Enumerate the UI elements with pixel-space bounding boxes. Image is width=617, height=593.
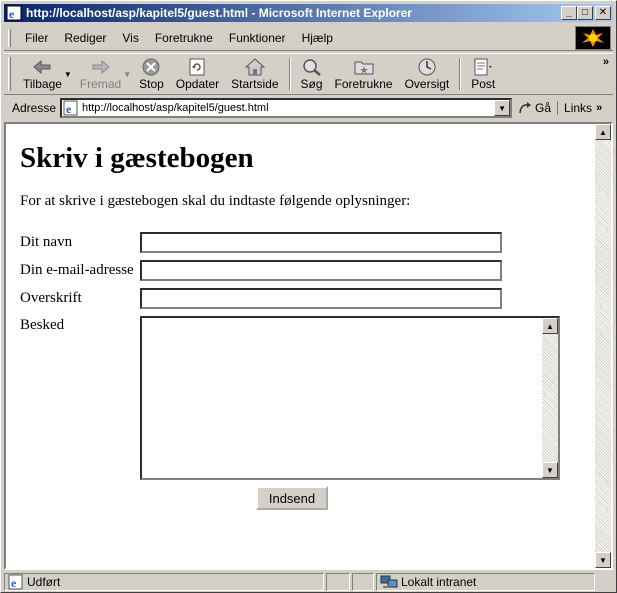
email-input[interactable] — [140, 260, 502, 281]
status-panel-empty — [326, 573, 350, 591]
status-bar: e Udført Lokalt intranet — [4, 573, 613, 591]
close-button[interactable]: ✕ — [595, 6, 611, 20]
toolbar-grip[interactable] — [8, 57, 11, 91]
menu-filer[interactable]: Filer — [17, 31, 56, 45]
back-button[interactable]: Tilbage — [17, 54, 68, 94]
message-label: Besked — [20, 317, 65, 333]
toolbar-grip[interactable] — [8, 28, 11, 47]
mail-icon — [472, 57, 494, 77]
refresh-button[interactable]: Opdater — [170, 54, 225, 94]
svg-text:e: e — [66, 102, 72, 116]
back-dropdown-icon[interactable]: ▼ — [64, 70, 72, 79]
svg-text:e: e — [9, 7, 15, 21]
page-content: Skriv i gæstebogen For at skrive i gæste… — [20, 142, 580, 532]
scroll-down-icon[interactable]: ▼ — [542, 462, 558, 478]
status-panel-empty — [352, 573, 374, 591]
home-icon — [244, 57, 266, 77]
search-label: Søg — [300, 77, 323, 91]
forward-arrow-icon — [90, 57, 112, 77]
refresh-label: Opdater — [175, 77, 220, 91]
history-icon — [416, 57, 438, 77]
home-button[interactable]: Startside — [225, 54, 284, 94]
scroll-up-icon[interactable]: ▲ — [542, 318, 558, 334]
status-text: Udført — [27, 575, 61, 589]
textarea-scrollbar[interactable]: ▲ ▼ — [542, 318, 558, 478]
menu-bar: Filer Rediger Vis Foretrukne Funktioner … — [4, 25, 613, 51]
forward-button[interactable]: Fremad — [74, 54, 127, 94]
home-label: Startside — [231, 77, 279, 91]
maximize-button[interactable]: □ — [577, 6, 593, 20]
address-label: Adresse — [12, 101, 57, 115]
back-arrow-icon — [31, 57, 53, 77]
history-label: Oversigt — [404, 77, 450, 91]
email-label: Din e-mail-adresse — [20, 262, 134, 278]
status-text-panel: e Udført — [4, 573, 324, 591]
toolbar-separator — [459, 58, 462, 90]
address-input[interactable]: e http://localhost/asp/kapitel5/guest.ht… — [60, 98, 513, 118]
name-input[interactable] — [140, 232, 502, 253]
minimize-button[interactable]: _ — [561, 6, 577, 20]
scroll-up-icon[interactable]: ▲ — [595, 124, 611, 140]
favorites-folder-icon — [353, 57, 375, 77]
links-label[interactable]: Links — [557, 101, 592, 115]
ie-page-icon: e — [6, 5, 22, 21]
svg-text:e: e — [11, 576, 17, 590]
ie-throbber-icon — [575, 26, 611, 50]
links-more-chevron[interactable]: » — [596, 102, 602, 114]
stop-icon — [140, 57, 162, 77]
favorites-label: Foretrukne — [334, 77, 393, 91]
browser-window: e http://localhost/asp/kapitel5/guest.ht… — [0, 0, 617, 593]
page-viewport: Skriv i gæstebogen For at skrive i gæste… — [4, 122, 613, 570]
menu-foretrukne[interactable]: Foretrukne — [147, 31, 221, 45]
go-arrow-icon — [519, 102, 532, 114]
scroll-down-icon[interactable]: ▼ — [595, 552, 611, 568]
menu-vis[interactable]: Vis — [114, 31, 146, 45]
zone-panel: Lokalt intranet — [376, 573, 595, 591]
forward-dropdown-icon[interactable]: ▼ — [123, 70, 131, 79]
subject-input[interactable] — [140, 288, 502, 309]
name-label: Dit navn — [20, 234, 73, 250]
search-icon — [301, 57, 323, 77]
page-done-icon: e — [8, 574, 23, 590]
intro-text: For at skrive i gæstebogen skal du indta… — [20, 193, 411, 209]
toolbar-more-chevron[interactable]: » — [603, 56, 609, 68]
zone-text: Lokalt intranet — [401, 575, 477, 589]
standard-toolbar: Tilbage ▼ Fremad ▼ Stop Opdater Startsid… — [4, 53, 613, 95]
forward-label: Fremad — [79, 77, 122, 91]
submit-button[interactable]: Indsend — [256, 486, 328, 510]
page-icon: e — [63, 100, 78, 116]
menu-rediger[interactable]: Rediger — [56, 31, 114, 45]
stop-label: Stop — [139, 77, 164, 91]
search-button[interactable]: Søg — [295, 54, 329, 94]
title-bar[interactable]: e http://localhost/asp/kapitel5/guest.ht… — [4, 4, 613, 22]
back-label: Tilbage — [23, 77, 62, 91]
page-heading: Skriv i gæstebogen — [20, 142, 254, 174]
message-textarea[interactable]: ▲ ▼ — [140, 316, 560, 480]
mail-label: Post — [471, 77, 496, 91]
favorites-button[interactable]: Foretrukne — [329, 54, 399, 94]
address-url: http://localhost/asp/kapitel5/guest.html — [82, 102, 269, 114]
address-bar: Adresse e http://localhost/asp/kapitel5/… — [4, 97, 613, 119]
window-title: http://localhost/asp/kapitel5/guest.html… — [26, 6, 413, 20]
menu-hjaelp[interactable]: Hjælp — [294, 31, 341, 45]
stop-button[interactable]: Stop — [133, 54, 170, 94]
toolbar-separator — [288, 58, 291, 90]
go-button[interactable]: Gå — [512, 101, 557, 115]
intranet-icon — [380, 575, 398, 588]
history-button[interactable]: Oversigt — [399, 54, 456, 94]
subject-label: Overskrift — [20, 290, 82, 306]
address-dropdown-icon[interactable]: ▼ — [494, 100, 511, 116]
go-label: Gå — [535, 101, 552, 115]
mail-button[interactable]: Post — [465, 54, 501, 94]
page-scrollbar[interactable]: ▲ ▼ — [595, 124, 611, 568]
menu-funktioner[interactable]: Funktioner — [221, 31, 294, 45]
refresh-icon — [186, 57, 208, 77]
